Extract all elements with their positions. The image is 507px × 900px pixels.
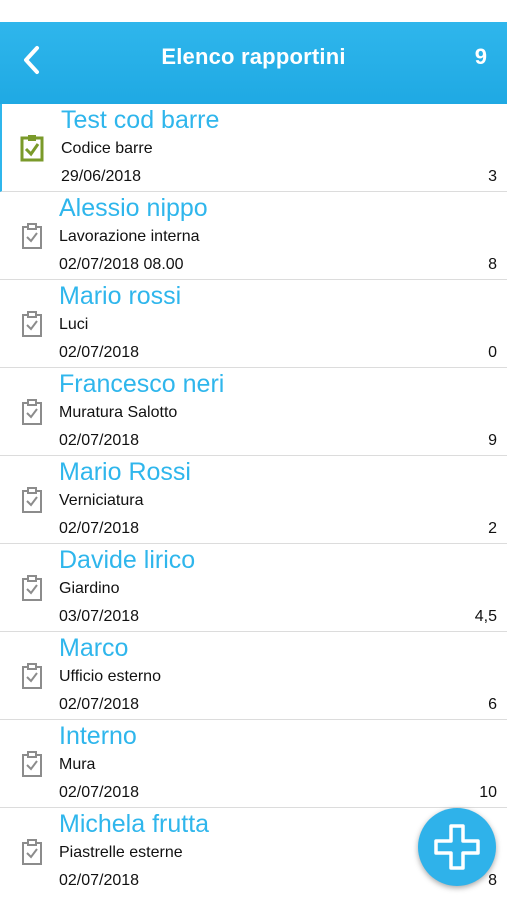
clipboard-check-icon	[22, 839, 42, 865]
page-title: Elenco rapportini	[161, 44, 346, 69]
item-date: 02/07/2018	[59, 432, 140, 449]
item-name: Michela frutta	[59, 810, 210, 838]
item-name: Davide lirico	[59, 546, 196, 574]
item-description: Ufficio esterno	[59, 668, 161, 685]
item-description: Luci	[59, 316, 89, 333]
list-item[interactable]: Interno Mura 02/07/2018 10	[0, 720, 507, 808]
item-count: 10	[479, 784, 497, 801]
item-name: Test cod barre	[61, 106, 220, 134]
list-item[interactable]: Davide lirico Giardino 03/07/2018 4,5	[0, 544, 507, 632]
item-date: 02/07/2018	[59, 872, 140, 889]
item-count: 4,5	[474, 608, 497, 625]
list-item[interactable]: Test cod barre Codice barre 29/06/2018 3	[0, 104, 507, 192]
clipboard-check-icon	[22, 575, 42, 601]
report-list: Test cod barre Codice barre 29/06/2018 3…	[0, 104, 507, 896]
item-date: 29/06/2018	[61, 168, 142, 185]
plus-icon	[434, 824, 480, 870]
item-description: Codice barre	[61, 140, 153, 157]
item-description: Mura	[59, 756, 96, 773]
item-count: 6	[488, 696, 497, 713]
item-count: 9	[488, 432, 497, 449]
item-count: 0	[488, 344, 497, 361]
item-name: Interno	[59, 722, 137, 750]
total-count: 9	[474, 44, 487, 69]
list-item[interactable]: Alessio nippo Lavorazione interna 02/07/…	[0, 192, 507, 280]
item-name: Mario Rossi	[59, 458, 191, 486]
item-date: 02/07/2018	[59, 344, 140, 361]
item-description: Piastrelle esterne	[59, 844, 183, 861]
list-item[interactable]: Mario rossi Luci 02/07/2018 0	[0, 280, 507, 368]
item-count: 8	[488, 872, 497, 889]
item-date: 02/07/2018	[59, 520, 140, 537]
clipboard-check-icon	[22, 751, 42, 777]
clipboard-check-icon	[22, 487, 42, 513]
item-count: 2	[488, 520, 497, 537]
item-date: 02/07/2018	[59, 784, 140, 801]
list-item[interactable]: Mario Rossi Verniciatura 02/07/2018 2	[0, 456, 507, 544]
item-description: Giardino	[59, 580, 120, 597]
list-item[interactable]: Francesco neri Muratura Salotto 02/07/20…	[0, 368, 507, 456]
clipboard-check-icon	[22, 223, 42, 249]
item-name: Alessio nippo	[59, 194, 208, 222]
item-date: 02/07/2018 08.00	[59, 256, 184, 273]
item-name: Marco	[59, 634, 129, 662]
item-name: Mario rossi	[59, 282, 182, 310]
item-count: 8	[488, 256, 497, 273]
item-name: Francesco neri	[59, 370, 225, 398]
app-header: Elenco rapportini 9	[0, 22, 507, 104]
item-count: 3	[488, 168, 497, 185]
clipboard-check-icon	[22, 399, 42, 425]
item-date: 03/07/2018	[59, 608, 140, 625]
item-description: Verniciatura	[59, 492, 144, 509]
clipboard-check-icon	[22, 663, 42, 689]
add-report-button[interactable]	[418, 808, 496, 886]
item-date: 02/07/2018	[59, 696, 140, 713]
list-item[interactable]: Marco Ufficio esterno 02/07/2018 6	[0, 632, 507, 720]
status-bar	[0, 0, 507, 22]
item-description: Lavorazione interna	[59, 228, 200, 245]
item-description: Muratura Salotto	[59, 404, 178, 421]
clipboard-check-icon	[20, 135, 44, 162]
clipboard-check-icon	[22, 311, 42, 337]
